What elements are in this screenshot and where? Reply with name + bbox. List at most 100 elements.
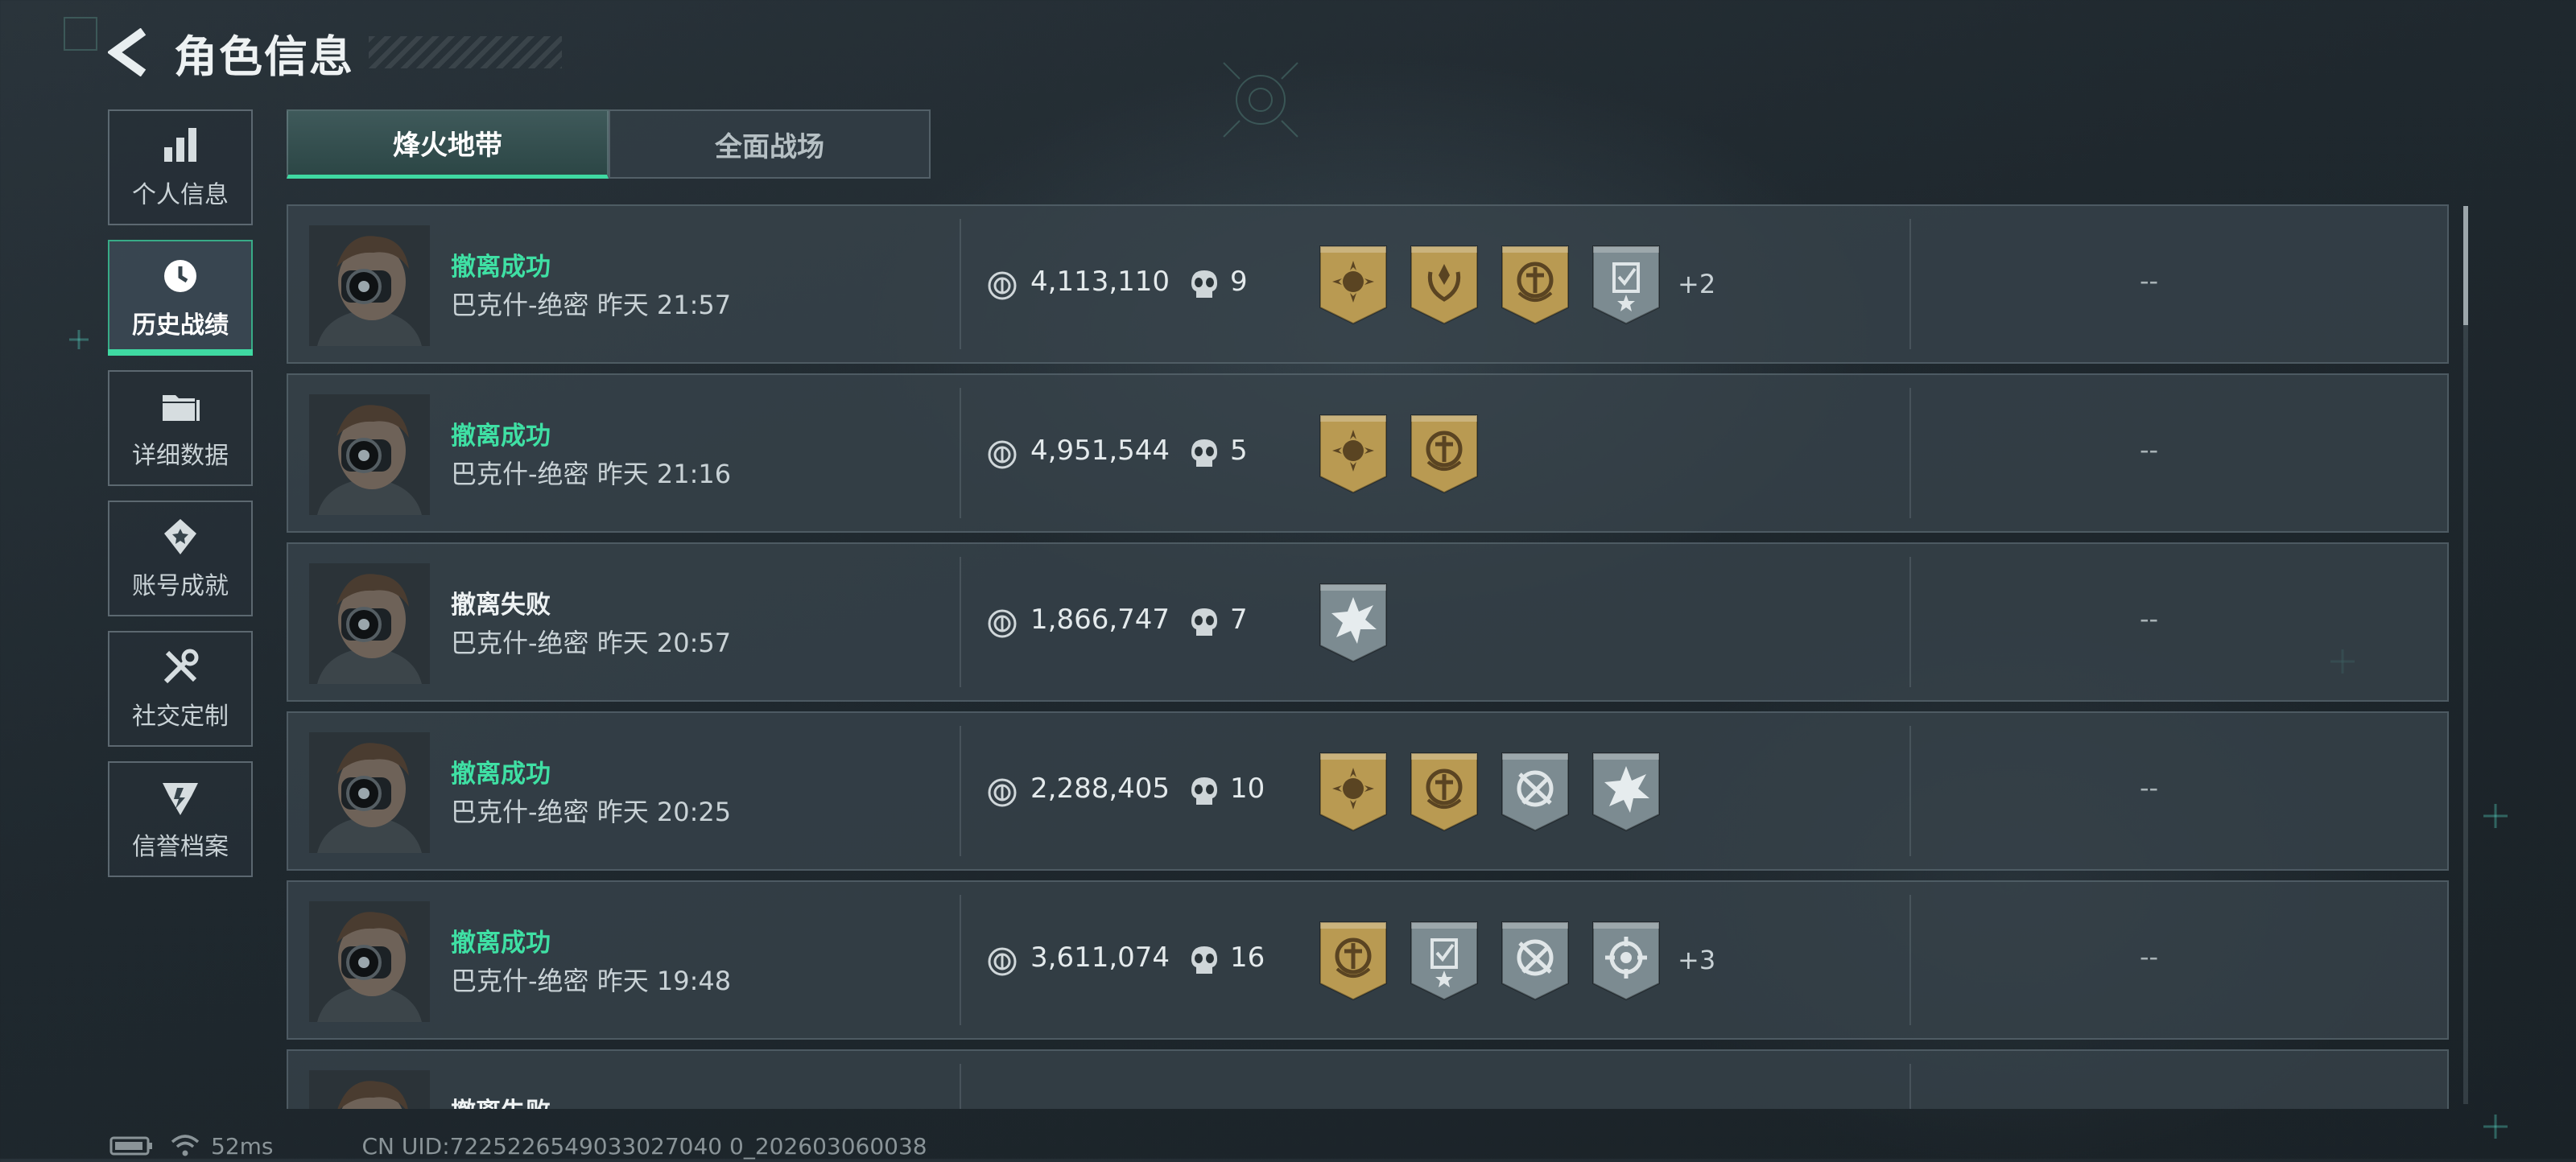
history-clock-icon [164, 260, 196, 292]
medal-list [1317, 581, 1408, 663]
empty-value: -- [2140, 942, 2159, 972]
battery-icon [109, 1136, 152, 1156]
silver-target-badge[interactable] [1499, 919, 1571, 1001]
medal-list [1317, 412, 1499, 494]
column-divider [960, 388, 961, 518]
kill-count: 9 [1230, 266, 1248, 298]
gold-wreath-badge[interactable] [1408, 243, 1480, 325]
status-footer: 52ms CN UID:7225226549033027040 0_202603… [109, 1130, 927, 1162]
wifi-icon [171, 1135, 200, 1156]
match-row[interactable]: 撤离成功 巴克什-绝密 昨天 21:57 4,113,110 9 +2 -- [287, 204, 2449, 364]
silver-burst-badge[interactable] [1317, 581, 1389, 663]
gold-emblem-badge[interactable] [1317, 919, 1389, 1001]
loot-value: 2,288,405 [1030, 773, 1170, 805]
sidebar-item-achievements[interactable]: 账号成就 [108, 501, 253, 616]
match-map-time: 巴克什-绝密 昨天 19:48 [451, 966, 732, 996]
silver-burst-badge[interactable] [1590, 750, 1662, 832]
sidebar-item-label: 详细数据 [132, 442, 229, 470]
loot-value: 4,113,110 [1030, 266, 1170, 298]
match-map-time: 巴克什-绝密 昨天 21:16 [451, 459, 732, 489]
gold-emblem-badge[interactable] [1408, 750, 1480, 832]
skull-icon [1191, 946, 1217, 974]
match-row[interactable]: 撤离失败 [287, 1049, 2449, 1109]
more-medals-count[interactable]: +3 [1678, 945, 1715, 975]
column-divider [1909, 219, 1911, 349]
match-history-list[interactable]: 撤离成功 巴克什-绝密 昨天 21:57 4,113,110 9 +2 -- 撤离成功 巴克什… [287, 204, 2450, 1109]
column-divider [960, 557, 961, 687]
match-map-time: 巴克什-绝密 昨天 21:57 [451, 290, 732, 320]
sidebar-item-social-custom[interactable]: 社交定制 [108, 631, 253, 747]
folder-icon [163, 395, 200, 421]
sidebar-item-reputation[interactable]: 信誉档案 [108, 761, 253, 877]
loot-value: 4,951,544 [1030, 435, 1170, 467]
extraction-status: 撤离失败 [451, 1091, 551, 1109]
column-divider [1909, 1064, 1911, 1109]
match-row[interactable]: 撤离失败 巴克什-绝密 昨天 20:57 1,866,747 7 -- [287, 542, 2449, 702]
operator-avatar [309, 1070, 430, 1109]
silver-checklist-badge[interactable] [1590, 243, 1662, 325]
skull-icon [1191, 777, 1217, 805]
gold-sun-badge[interactable] [1317, 750, 1389, 832]
match-row[interactable]: 撤离成功 巴克什-绝密 昨天 20:25 2,288,405 10 -- [287, 711, 2449, 871]
gold-emblem-badge[interactable] [1408, 412, 1480, 494]
skull-icon [1191, 439, 1217, 467]
column-divider [960, 1064, 961, 1109]
back-arrow-icon [108, 28, 147, 76]
gold-sun-badge[interactable] [1317, 412, 1389, 494]
currency-icon [988, 440, 1017, 469]
match-row[interactable]: 撤离成功 巴克什-绝密 昨天 19:48 3,611,074 16 +3 -- [287, 880, 2449, 1040]
more-medals-count[interactable]: +2 [1678, 269, 1715, 299]
mode-tabs: 烽火地带 全面战场 [287, 109, 931, 179]
match-row[interactable]: 撤离成功 巴克什-绝密 昨天 21:16 4,951,544 5 -- [287, 373, 2449, 533]
scrollbar-thumb[interactable] [2463, 206, 2468, 325]
reputation-icon [163, 783, 198, 815]
operator-avatar [309, 394, 430, 515]
currency-icon [988, 947, 1017, 976]
sidebar-item-detailed-data[interactable]: 详细数据 [108, 370, 253, 486]
extraction-status: 撤离成功 [451, 422, 551, 451]
tab-warzone[interactable]: 烽火地带 [287, 109, 609, 179]
achievement-icon [164, 519, 196, 554]
currency-icon [988, 609, 1017, 638]
bar-chart-icon [164, 128, 196, 162]
match-map-time: 巴克什-绝密 昨天 20:25 [451, 797, 732, 827]
silver-crosshair-badge[interactable] [1590, 919, 1662, 1001]
extraction-status: 撤离成功 [451, 929, 551, 958]
sidebar-item-label: 历史战绩 [132, 311, 229, 340]
column-divider [960, 895, 961, 1025]
skull-icon [1191, 270, 1217, 298]
column-divider [960, 726, 961, 856]
title-decoration [369, 36, 562, 68]
tab-full-battlefield[interactable]: 全面战场 [609, 109, 931, 179]
back-button[interactable] [106, 27, 153, 77]
sidebar-item-label: 账号成就 [132, 572, 229, 600]
gold-sun-badge[interactable] [1317, 243, 1389, 325]
page-header: 角色信息 [106, 24, 562, 82]
scrollbar[interactable] [2463, 206, 2468, 1104]
operator-avatar [309, 732, 430, 853]
silver-checklist-badge[interactable] [1408, 919, 1480, 1001]
kill-count: 16 [1230, 942, 1265, 974]
operator-avatar [309, 901, 430, 1022]
column-divider [1909, 388, 1911, 518]
column-divider [1909, 895, 1911, 1025]
sidebar-item-personal-info[interactable]: 个人信息 [108, 109, 253, 225]
page-title: 角色信息 [174, 31, 354, 82]
sidebar-item-label: 个人信息 [132, 181, 229, 209]
currency-icon [988, 271, 1017, 300]
column-divider [960, 219, 961, 349]
loot-value: 1,866,747 [1030, 604, 1170, 636]
sidebar-item-label: 信誉档案 [132, 833, 229, 861]
kill-count: 10 [1230, 773, 1265, 805]
column-divider [1909, 726, 1911, 856]
medal-list [1317, 750, 1681, 832]
currency-icon [988, 778, 1017, 807]
sidebar-item-history[interactable]: 历史战绩 [108, 240, 253, 356]
ping-text: 52ms [211, 1132, 274, 1160]
extraction-status: 撤离失败 [451, 591, 551, 620]
operator-avatar [309, 563, 430, 684]
kill-count: 7 [1230, 604, 1248, 636]
empty-value: -- [2140, 435, 2159, 465]
gold-emblem-badge[interactable] [1499, 243, 1571, 325]
silver-target-badge[interactable] [1499, 750, 1571, 832]
